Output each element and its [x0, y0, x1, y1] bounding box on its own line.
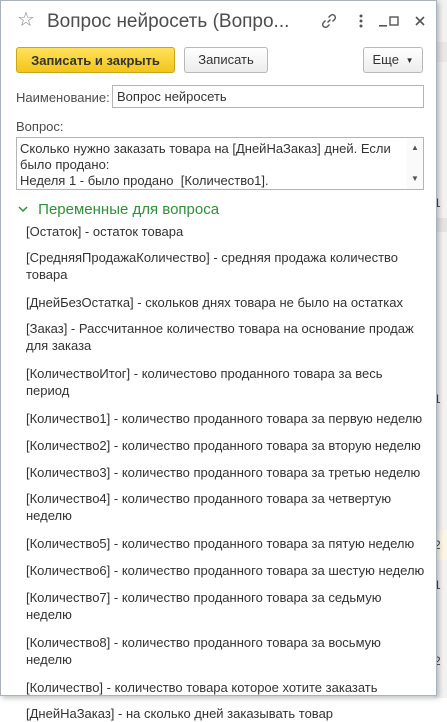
scroll-down-icon[interactable]: ▼ — [411, 174, 419, 183]
variable-item: [Количество6] - количество проданного то… — [26, 563, 425, 578]
chevron-down-icon — [18, 206, 28, 213]
chevron-down-icon: ▼ — [405, 56, 414, 65]
command-bar: Записать и закрыть Записать Еще ▼ — [1, 45, 436, 77]
save-and-close-button[interactable]: Записать и закрыть — [16, 47, 175, 73]
star-icon[interactable]: ☆ — [17, 10, 35, 30]
name-field[interactable] — [112, 85, 424, 108]
name-label: Наименование: — [16, 90, 110, 105]
more-button[interactable]: Еще ▼ — [363, 47, 423, 73]
variable-item: [Заказ] - Рассчитанное количество товара… — [26, 321, 414, 353]
variables-group-title: Переменные для вопроса — [38, 201, 220, 218]
dialog-window: ☆ Вопрос нейросеть (Вопро... Записать и … — [0, 0, 437, 721]
variables-group-header[interactable]: Переменные для вопроса — [18, 201, 219, 221]
kebab-menu-icon[interactable] — [352, 13, 370, 31]
variable-item: [Количество4] - количество проданного то… — [26, 491, 392, 523]
question-textarea[interactable]: Сколько нужно заказать товара на [ДнейНа… — [16, 137, 424, 190]
variable-item: [ДнейБезОстатка] - скольков днях товара … — [26, 295, 403, 310]
variable-item: [СредняяПродажаКоличество] - средняя про… — [26, 250, 399, 282]
variables-list: [Остаток] - остаток товара [СредняяПрода… — [26, 223, 426, 722]
variable-item: [Количество1] - количество проданного то… — [26, 411, 423, 426]
variable-item: [КоличествоИтог] - количестово проданног… — [26, 366, 383, 398]
textarea-scrollbar[interactable]: ▲ ▼ — [407, 138, 423, 189]
variable-item: [Количество7] - количество проданного то… — [26, 590, 382, 622]
variable-item: [Количество2] - количество проданного то… — [26, 438, 421, 453]
variable-item: [Остаток] - остаток товара — [26, 224, 184, 239]
question-text: Сколько нужно заказать товара на [ДнейНа… — [20, 141, 391, 188]
variable-item: [Количество3] - количество проданного то… — [26, 465, 421, 480]
more-label: Еще — [372, 52, 399, 67]
close-icon[interactable] — [411, 13, 429, 31]
title-bar: ☆ Вопрос нейросеть (Вопро... — [1, 1, 436, 41]
question-label: Вопрос: — [16, 119, 64, 134]
variable-item: [ДнейНаЗаказ] - на сколько дней заказыва… — [26, 706, 334, 721]
link-icon[interactable] — [320, 13, 338, 31]
variable-item: [Количество5] - количество проданного то… — [26, 536, 415, 551]
scroll-up-icon[interactable]: ▲ — [411, 143, 419, 152]
maximize-icon[interactable] — [385, 13, 403, 31]
variable-item: [Количество8] - количество проданного то… — [26, 635, 381, 667]
window-title: Вопрос нейросеть (Вопро... — [47, 11, 290, 32]
save-button[interactable]: Записать — [184, 47, 268, 73]
variable-item: [Количество] - количество товара которое… — [26, 680, 378, 695]
